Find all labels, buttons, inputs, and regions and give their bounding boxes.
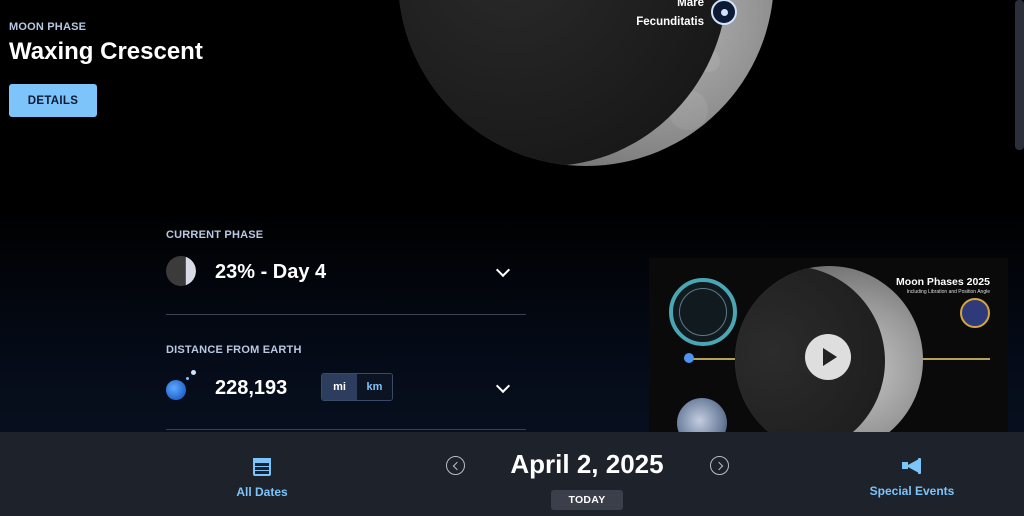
video-thumbnail[interactable]: Moon Phases 2025 Including Libration and… [649,258,1008,438]
previous-date-button[interactable] [446,456,465,475]
chevron-left-icon [452,461,461,470]
moon-stage: Mare Fecunditatis MOON PHASE Waxing Cres… [0,0,1024,516]
mare-label-line1: Mare [677,0,704,9]
mission-badge-icon [960,298,990,328]
unit-toggle[interactable]: mi km [321,373,393,401]
play-button[interactable] [805,334,851,380]
megaphone-icon [902,458,922,474]
unit-mi-button[interactable]: mi [322,374,357,400]
location-marker-icon[interactable] [711,0,737,25]
distance-label: DISTANCE FROM EARTH [166,344,302,356]
bottom-bar: All Dates April 2, 2025 TODAY Special Ev… [0,432,1024,516]
current-phase-label: CURRENT PHASE [166,229,264,241]
moon-image[interactable] [398,0,774,166]
all-dates-button[interactable]: All Dates [220,458,304,499]
video-subtitle: Including Libration and Position Angle [906,289,990,295]
current-date[interactable]: April 2, 2025 [478,449,696,480]
chevron-down-icon[interactable] [495,378,511,394]
page-title: Waxing Crescent [9,38,203,65]
special-events-button[interactable]: Special Events [861,458,963,498]
scrollbar[interactable] [1015,0,1024,150]
current-phase-row[interactable]: CURRENT PHASE 23% - Day 4 [166,229,526,315]
all-dates-label: All Dates [236,485,288,499]
play-icon [823,348,837,366]
chevron-right-icon [714,461,723,470]
distance-row[interactable]: DISTANCE FROM EARTH 228,193 mi km [166,344,526,430]
chevron-down-icon[interactable] [495,262,511,278]
unit-km-button[interactable]: km [357,374,392,400]
moon-phase-icon [166,256,196,286]
current-phase-value: 23% - Day 4 [215,261,327,283]
mare-fecunditatis-label: Mare Fecunditatis [628,0,704,32]
distance-value: 228,193 [215,377,288,399]
details-button[interactable]: DETAILS [9,84,97,117]
special-events-label: Special Events [869,484,955,498]
next-date-button[interactable] [710,456,729,475]
today-button[interactable]: TODAY [551,490,623,510]
video-title: Moon Phases 2025 [896,276,990,288]
moon-phase-eyebrow: MOON PHASE [9,21,87,33]
earth-moon-icon [166,370,196,400]
calendar-icon [253,458,271,476]
mare-label-line2: Fecunditatis [636,16,704,28]
